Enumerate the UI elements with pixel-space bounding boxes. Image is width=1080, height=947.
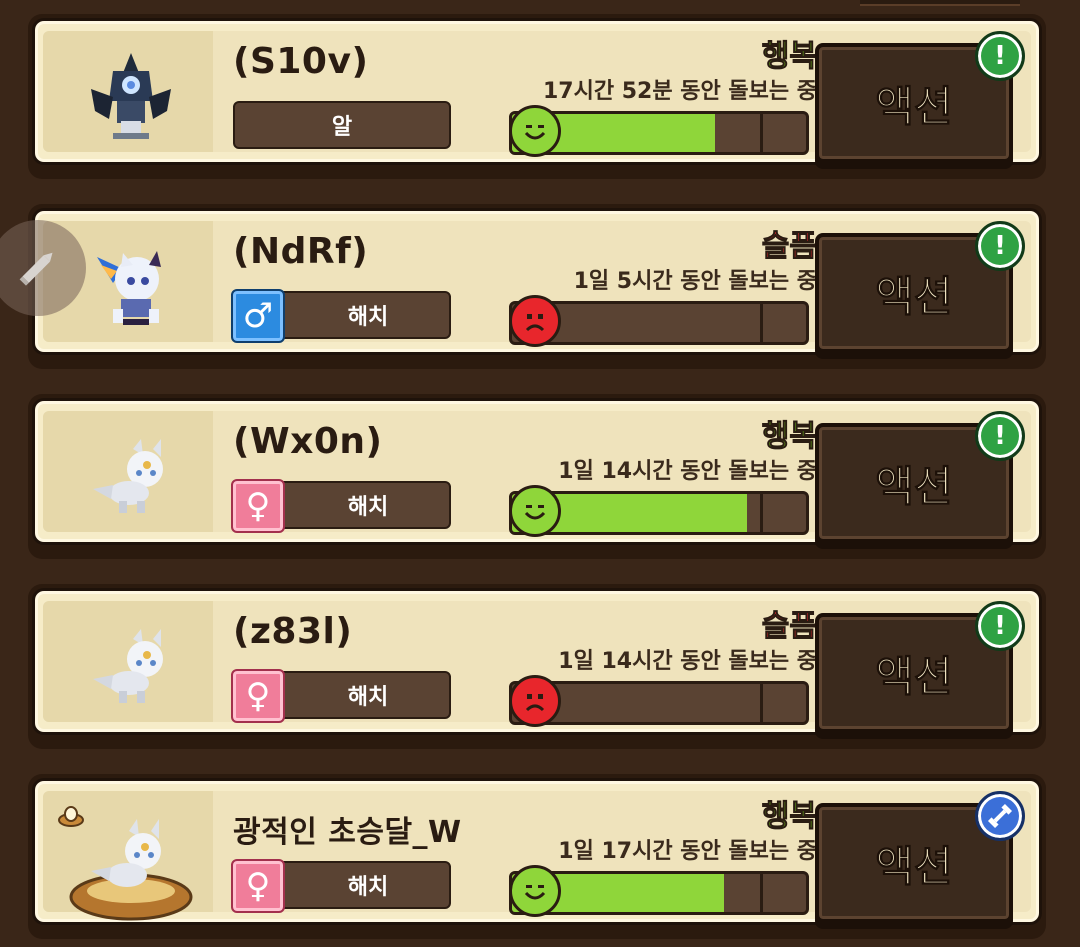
pet-card-panel: (z83l) ♀ 해치 슬픔 1일 14시간 동안 돌보는 중 액션 !: [32, 588, 1042, 735]
training-dumbbell-icon[interactable]: [975, 791, 1025, 841]
portrait-panel: [43, 31, 213, 152]
stage-label: 해치: [347, 685, 389, 710]
stage-pill: ♂ 해치: [231, 289, 451, 343]
pet-card: (z83l) ♀ 해치 슬픔 1일 14시간 동안 돌보는 중 액션 !: [28, 584, 1046, 749]
care-time: 17시간 52분 동안 돌보는 중: [542, 79, 817, 104]
bar-divider: [760, 304, 763, 342]
portrait-panel: [43, 791, 213, 921]
pet-card-panel: 광적인 초승달_W ♀ 해치 행복 1일 17시간 동안 돌보는 중 액션: [32, 778, 1042, 925]
care-time: 1일 14시간 동안 돌보는 중: [558, 649, 817, 674]
pet-card-panel: (S10v) 알 행복 17시간 52분 동안 돌보는 중 액션 !: [32, 18, 1042, 165]
pet-avatar-hatchling-white[interactable]: [83, 429, 179, 525]
pet-card-panel: (NdRf) ♂ 해치 슬픔 1일 5시간 동안 돌보는 중 액션 !: [32, 208, 1042, 355]
pet-name: (NdRf): [233, 231, 369, 272]
bar-divider: [760, 874, 763, 912]
pet-card: 광적인 초승달_W ♀ 해치 행복 1일 17시간 동안 돌보는 중 액션: [28, 774, 1046, 939]
happy-face-icon: [509, 485, 561, 537]
stage-pill: ♀ 해치: [231, 669, 451, 723]
mood-label: 슬픔: [761, 609, 817, 645]
bar-divider: [760, 684, 763, 722]
female-gender-icon: ♀: [231, 479, 285, 533]
mood-label: 행복: [761, 419, 817, 455]
stage-label: 알: [331, 115, 353, 140]
alert-icon[interactable]: !: [975, 31, 1025, 81]
mood-label: 슬픔: [761, 229, 817, 265]
pet-card: (S10v) 알 행복 17시간 52분 동안 돌보는 중 액션 !: [28, 14, 1046, 179]
pet-name: 광적인 초승달_W: [233, 815, 462, 850]
pet-card: (Wx0n) ♀ 해치 행복 1일 14시간 동안 돌보는 중 액션 !: [28, 394, 1046, 559]
pet-avatar-hatchling-nest[interactable]: [67, 813, 195, 923]
male-gender-icon: ♂: [231, 289, 285, 343]
pet-avatar-hatchling-white[interactable]: [83, 619, 179, 715]
stage-label: 해치: [347, 495, 389, 520]
care-time: 1일 14시간 동안 돌보는 중: [558, 459, 817, 484]
bar-divider: [760, 494, 763, 532]
female-gender-icon: ♀: [231, 859, 285, 913]
bar-divider: [760, 114, 763, 152]
pet-name: (z83l): [233, 611, 353, 652]
stage-pill: ♀ 해치: [231, 859, 451, 913]
pet-card-panel: (Wx0n) ♀ 해치 행복 1일 14시간 동안 돌보는 중 액션 !: [32, 398, 1042, 545]
happy-face-icon: [509, 865, 561, 917]
alert-icon[interactable]: !: [975, 221, 1025, 271]
mood-label: 행복: [761, 799, 817, 835]
pet-card: (NdRf) ♂ 해치 슬픔 1일 5시간 동안 돌보는 중 액션 !: [28, 204, 1046, 369]
pet-avatar-egg-dark[interactable]: [83, 49, 179, 145]
mood-label: 행복: [761, 39, 817, 75]
stage-pill: 알: [233, 101, 451, 149]
alert-icon[interactable]: !: [975, 411, 1025, 461]
pencil-icon: [19, 252, 53, 286]
pet-name: (Wx0n): [233, 421, 383, 462]
portrait-panel: [43, 601, 213, 722]
care-time: 1일 17시간 동안 돌보는 중: [558, 839, 817, 864]
sad-face-icon: [509, 675, 561, 727]
stage-label: 해치: [347, 305, 389, 330]
portrait-panel: [43, 411, 213, 532]
happy-face-icon: [509, 105, 561, 157]
sad-face-icon: [509, 295, 561, 347]
pet-avatar-hatchling-blue[interactable]: [83, 239, 179, 335]
pet-name: (S10v): [233, 41, 369, 82]
female-gender-icon: ♀: [231, 669, 285, 723]
stage-pill: ♀ 해치: [231, 479, 451, 533]
stage-label: 해치: [347, 875, 389, 900]
top-strip: [860, 0, 1020, 6]
care-time: 1일 5시간 동안 돌보는 중: [573, 269, 817, 294]
alert-icon[interactable]: !: [975, 601, 1025, 651]
